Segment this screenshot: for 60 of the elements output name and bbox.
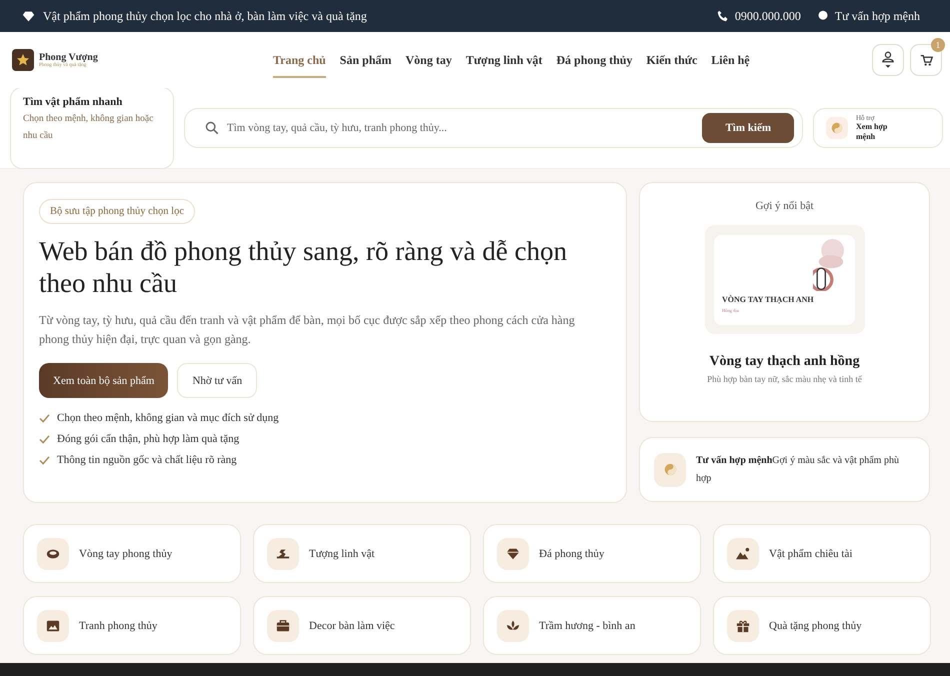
feature-point: Thông tin nguồn gốc và chất liệu rõ ràng <box>57 454 237 466</box>
category-card[interactable]: Đá phong thủy <box>483 524 701 583</box>
check-icon <box>39 456 50 464</box>
yin-yang-icon <box>664 463 676 476</box>
cart-count-badge: 1 <box>931 38 945 52</box>
preview-title: VÒNG TAY THẠCH ANH <box>722 294 815 304</box>
user-icon <box>882 51 894 69</box>
consult-link[interactable]: Tư vấn hợp mệnh <box>834 8 920 24</box>
nav-link[interactable]: Liên hệ <box>711 42 750 78</box>
collection-badge: Bộ sưu tập phong thủy chọn lọc <box>39 199 196 224</box>
category-card[interactable]: Vòng tay phong thủy <box>23 524 241 583</box>
yin-yang-icon <box>831 122 843 134</box>
hero-description: Từ vòng tay, tỳ hưu, quả cầu đến tranh và vật phẩm để bàn, mọi bố cục được sắp xếp theo phong cách cửa hàng phong thủy hiện đại, trực quan và gọn gàng. <box>39 312 576 348</box>
search-field[interactable]: Tìm vòng tay, quả cầu, tỳ hưu, tranh phong thủy... Tìm kiếm <box>184 108 803 148</box>
search-icon <box>205 121 219 135</box>
phone-icon <box>716 10 729 22</box>
support-label: Xem hợp mệnh <box>856 122 888 142</box>
nav-link[interactable]: Vòng tay <box>406 42 452 78</box>
phone-number[interactable]: 0900.000.000 <box>734 8 801 24</box>
ask-advice-button[interactable]: Nhờ tư vấn <box>177 363 258 398</box>
gift-icon <box>736 618 750 632</box>
animal-statue-icon <box>276 546 290 560</box>
picture-icon <box>46 618 60 632</box>
gem-icon <box>506 546 520 560</box>
nav-link[interactable]: Kiến thức <box>646 42 698 78</box>
nav-link[interactable]: Đá phong thủy <box>556 42 632 78</box>
hero-title: Web bán đồ phong thủy sang, rõ ràng và dễ chọn theo nhu cầu <box>39 235 568 299</box>
check-icon <box>39 414 50 422</box>
category-card[interactable]: Tượng linh vật <box>253 524 471 583</box>
featured-heading: Gợi ý nổi bật <box>755 200 814 212</box>
tagline: Vật phẩm phong thủy chọn lọc cho nhà ở, bàn làm việc và quà tặng <box>43 8 367 24</box>
product-description: Phù hợp bàn tay nữ, sắc màu nhẹ và tinh tế <box>707 374 862 384</box>
ring-icon <box>46 546 60 560</box>
diamond-icon <box>22 10 35 22</box>
category-card[interactable]: Decor bàn làm việc <box>253 596 471 655</box>
category-card[interactable]: Trầm hương - bình an <box>483 596 701 655</box>
quick-find-title: Tìm vật phẩm nhanh <box>23 96 124 108</box>
consult-card[interactable]: Tư vấn hợp mệnhGợi ý màu sắc và vật phẩm phù hợp <box>639 437 930 502</box>
view-all-button[interactable]: Xem toàn bộ sản phẩm <box>39 363 168 398</box>
quick-find-text: Chọn theo mệnh, không gian hoặc nhu cầu <box>23 113 154 143</box>
feature-point: Chọn theo mệnh, không gian và mục đích sử dụng <box>57 412 279 424</box>
consult-text: Tư vấn hợp mệnhGợi ý màu sắc và vật phẩm phù hợp <box>696 454 900 486</box>
brand-name[interactable]: Phong Vượng <box>39 52 98 63</box>
category-card[interactable]: Quà tặng phong thủy <box>713 596 931 655</box>
account-button[interactable] <box>872 44 904 76</box>
category-card[interactable]: Vật phẩm chiêu tài <box>713 524 931 583</box>
lotus-icon <box>506 618 520 632</box>
star-logo-icon <box>12 49 34 71</box>
check-icon <box>39 434 50 444</box>
nav-link[interactable]: Trang chủ <box>273 42 326 78</box>
cart-button[interactable] <box>910 44 942 76</box>
search-button[interactable]: Tìm kiếm <box>702 113 794 143</box>
nav-link[interactable]: Sản phẩm <box>340 42 392 78</box>
category-card[interactable]: Tranh phong thủy <box>23 596 241 655</box>
product-name: Vòng tay thạch anh hồng <box>709 354 860 370</box>
feature-point: Đóng gói cẩn thận, phù hợp làm quà tặng <box>57 433 240 445</box>
briefcase-icon <box>276 618 290 632</box>
nav-link[interactable]: Tượng linh vật <box>466 42 542 78</box>
mountain-icon <box>736 546 750 560</box>
cart-icon <box>920 54 932 66</box>
